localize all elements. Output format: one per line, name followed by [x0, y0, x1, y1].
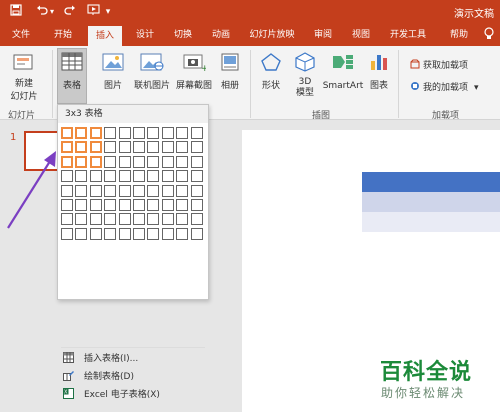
- annotation-arrow: [7, 151, 56, 229]
- arrow-shaft: [7, 157, 53, 229]
- watermark-logo-text: 百科全说: [380, 360, 473, 385]
- watermark-slogan: 助你轻松解决: [381, 386, 466, 400]
- arrow-head: [44, 151, 56, 167]
